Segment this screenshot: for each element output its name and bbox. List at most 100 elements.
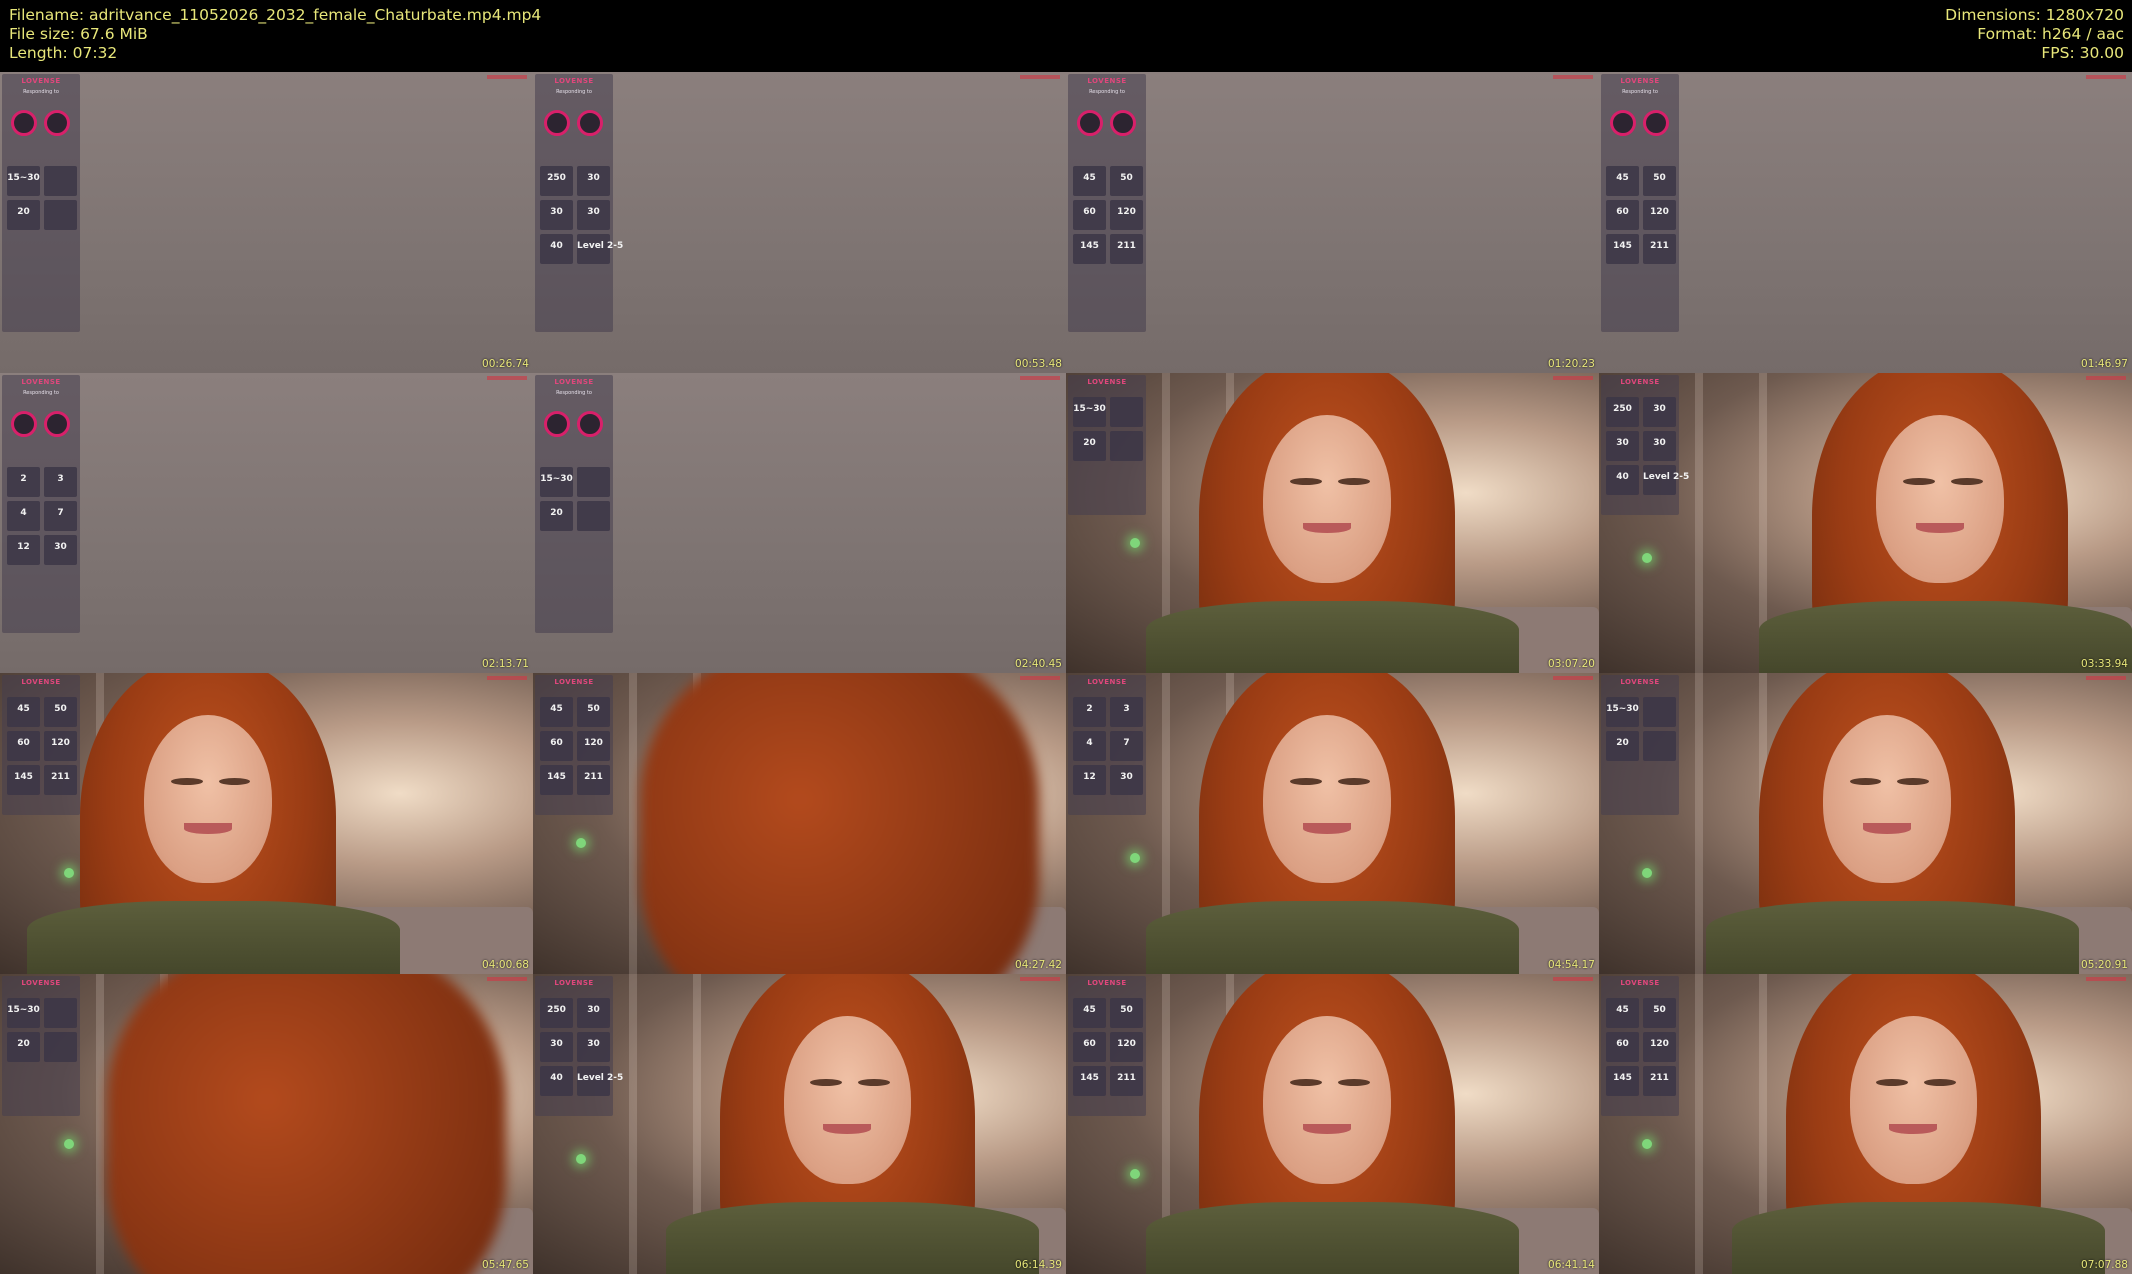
face (1263, 1015, 1392, 1184)
tip-amount: 7 (57, 507, 64, 518)
thumbnail-frame[interactable]: LOVENSE 45 50 60 120 145 211 06:41.14 (1066, 973, 1599, 1274)
tip-level-tile: 2 (7, 466, 40, 497)
tip-amount: 120 (584, 738, 603, 748)
thumbnail-frame[interactable]: LOVENSE 15~30 20 05:20.91 (1599, 673, 2132, 974)
face (1822, 715, 1951, 884)
timestamp-label: 06:14.39 (1015, 1259, 1062, 1271)
tip-level-tile: 4 (7, 500, 40, 531)
tip-level-tile: 30 (577, 997, 610, 1028)
thumbnail-frame[interactable]: LOVENSE 2 3 4 7 12 30 04:54.17 (1066, 673, 1599, 974)
tip-amount: Level 2-5 (1643, 471, 1690, 482)
timer-ring (577, 410, 603, 437)
tip-amount: 12 (17, 541, 30, 552)
tip-level-tile: 211 (1110, 234, 1143, 264)
watermark-bar (1553, 976, 1593, 981)
tip-level-tile: 145 (7, 765, 40, 795)
tip-level-tile: 250 (540, 997, 573, 1028)
tip-level-tile: 45 (1073, 997, 1106, 1028)
tip-level-tile: 250 (540, 166, 573, 196)
tip-level-tile: 211 (44, 765, 77, 795)
responding-label: Responding to (556, 389, 592, 396)
sweater (1145, 1201, 1520, 1274)
thumbnail-frame[interactable]: LOVENSE 15~30 20 03:07.20 (1066, 372, 1599, 673)
thumbnail-grid: LOVENSE Responding to 15~30 20 00:26.74 LOVEN… (0, 72, 2132, 1274)
tip-amount: 30 (550, 207, 563, 217)
tip-amount: 60 (550, 738, 563, 748)
file-info: Filename: adritvance_11052026_2032_femal… (9, 6, 541, 63)
lovense-panel: LOVENSE 15~30 20 (2, 975, 80, 1116)
lovense-logo: LOVENSE (21, 978, 61, 987)
thumbnail-frame[interactable]: LOVENSE 250 30 30 30 40 Level 2-5 06:14.39 (533, 973, 1066, 1274)
tip-amount: 145 (1080, 241, 1099, 251)
lovense-panel: LOVENSE Responding to 45 50 60 120 145 211 (1068, 74, 1146, 332)
timestamp-label: 03:07.20 (1548, 658, 1595, 670)
thumbnail-frame[interactable]: LOVENSE Responding to 45 50 60 120 145 211 01:46… (1599, 72, 2132, 373)
thumbnail-frame[interactable]: LOVENSE Responding to 250 30 30 30 40 Level 2-5… (533, 72, 1066, 373)
responding-label: Responding to (1089, 89, 1125, 95)
tip-level-tile (44, 200, 77, 230)
tip-amount: 12 (1083, 772, 1096, 782)
thumbnail-frame[interactable]: LOVENSE 45 50 60 120 145 211 04:00.68 (0, 673, 533, 974)
tip-amount: 211 (1117, 1072, 1136, 1083)
eye (1337, 477, 1370, 485)
thumbnail-frame[interactable]: LOVENSE 250 30 30 30 40 Level 2-5 03:33.94 (1599, 372, 2132, 673)
tip-level-tile: 30 (577, 200, 610, 230)
timestamp-label: 03:33.94 (2081, 658, 2128, 670)
lamp-light (1641, 1138, 1652, 1149)
tip-level-tile: 20 (540, 500, 573, 531)
eye (858, 1078, 891, 1086)
thumbnail-frame[interactable]: LOVENSE 45 50 60 120 145 211 07:07.88 (1599, 973, 2132, 1274)
watermark-bar (2086, 375, 2126, 380)
lovense-logo: LOVENSE (554, 978, 594, 987)
tip-level-tile: 50 (1643, 166, 1676, 196)
lovense-panel: LOVENSE 45 50 60 120 145 211 (1068, 975, 1146, 1116)
face (1263, 414, 1392, 583)
tip-level-tile: 50 (577, 697, 610, 727)
tip-amount: 40 (550, 241, 563, 251)
tip-level-tile: 45 (540, 697, 573, 727)
tip-level-tile: 120 (1110, 200, 1143, 230)
tip-level-tile: 40 (540, 234, 573, 264)
watermark-bar (2086, 75, 2126, 79)
tip-amount: 60 (1083, 207, 1096, 217)
watermark-bar (1020, 976, 1060, 981)
tip-amount: 50 (1120, 173, 1133, 183)
tip-amount: 4 (1086, 738, 1093, 748)
dimensions-text: Dimensions: 1280x720 (1945, 6, 2124, 24)
timestamp-label: 01:46.97 (2081, 357, 2128, 370)
tip-level-tile: 145 (1073, 234, 1106, 264)
responding-label: Responding to (23, 89, 59, 95)
sweater (666, 1201, 1040, 1274)
tip-amount: 20 (17, 1038, 30, 1049)
timer-ring (1643, 110, 1669, 136)
tip-amount: 45 (1616, 1004, 1629, 1015)
tip-level-tile (44, 997, 77, 1028)
tip-amount: 15~30 (1606, 704, 1639, 714)
tip-level-tile: 15~30 (7, 997, 40, 1028)
tip-level-tile: 50 (44, 697, 77, 727)
thumbnail-frame[interactable]: LOVENSE Responding to 15~30 20 02:40.45 (533, 372, 1066, 673)
thumbnail-frame[interactable]: LOVENSE 45 50 60 120 145 211 04:27.42 (533, 673, 1066, 974)
lovense-panel: LOVENSE 2 3 4 7 12 30 (1068, 675, 1146, 815)
thumbnail-frame[interactable]: LOVENSE 15~30 20 05:47.65 (0, 973, 533, 1274)
tip-amount: 250 (547, 1004, 566, 1015)
lovense-panel: LOVENSE Responding to 250 30 30 30 40 Level 2-5 (535, 74, 623, 332)
tip-amount: 60 (1083, 1038, 1096, 1049)
lamp-light (575, 838, 586, 849)
timer-ring (11, 410, 37, 437)
tip-level-tile: 30 (577, 166, 610, 196)
video-info: Dimensions: 1280x720 Format: h264 / aac … (1945, 6, 2124, 63)
eye (1950, 477, 1983, 485)
eye (1289, 1078, 1322, 1086)
thumbnail-frame[interactable]: LOVENSE Responding to 15~30 20 00:26.74 (0, 72, 533, 373)
timestamp-label: 02:40.45 (1015, 658, 1062, 670)
blurred-hair (106, 973, 507, 1274)
tip-level-tile: 15~30 (540, 466, 573, 497)
thumbnail-frame[interactable]: LOVENSE Responding to 45 50 60 120 145 211 01:20… (1066, 72, 1599, 373)
tip-level-tile: 145 (1073, 1065, 1106, 1096)
watermark-bar (487, 676, 527, 680)
tip-amount: 211 (584, 772, 603, 782)
thumbnail-frame[interactable]: LOVENSE Responding to 2 3 4 7 12 30 02:13.71 (0, 372, 533, 673)
tip-level-tile: 12 (7, 534, 40, 565)
tip-level-tile: 30 (1643, 396, 1676, 427)
